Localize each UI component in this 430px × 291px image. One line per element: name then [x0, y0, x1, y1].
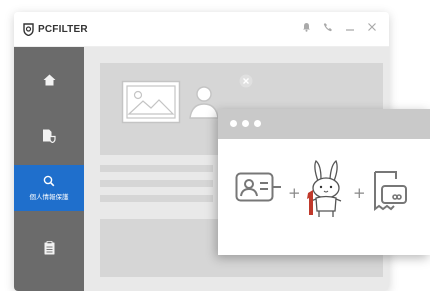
app-name: PCFILTER — [38, 23, 88, 35]
sidebar-item-home[interactable] — [14, 57, 84, 103]
home-icon — [43, 74, 55, 86]
id-card-icon — [235, 172, 281, 202]
sidebar-item-files[interactable] — [14, 113, 84, 159]
placeholder-line — [100, 165, 213, 172]
placeholder-line — [100, 195, 213, 202]
sidebar-item-privacy[interactable]: 個人情報保護 — [14, 165, 84, 211]
placeholder-line — [100, 180, 213, 187]
sidebar-item-reports[interactable] — [14, 225, 84, 271]
file-shield-icon — [43, 129, 56, 143]
clipboard-icon — [44, 241, 54, 255]
window-controls — [301, 22, 377, 32]
close-icon[interactable] — [367, 22, 377, 32]
plus-icon: + — [353, 184, 366, 202]
logo-shield-icon — [23, 22, 34, 36]
app-logo: PCFILTER — [22, 22, 88, 36]
sidebar: 個人情報保護 — [14, 47, 84, 291]
sidebar-item-label: 個人情報保護 — [29, 193, 69, 201]
plus-icon: + — [288, 184, 301, 202]
notification-icon[interactable] — [301, 22, 311, 32]
phone-icon[interactable] — [323, 22, 333, 32]
image-icon — [121, 80, 181, 124]
search-icon — [43, 175, 55, 187]
window-dot — [242, 120, 249, 127]
title-bar: PCFILTER — [14, 12, 389, 47]
window-dot — [254, 120, 261, 127]
remove-icon[interactable] — [239, 74, 253, 88]
popup-title-bar — [218, 109, 430, 139]
receipt-card-icon — [374, 171, 407, 211]
browser-popup: + + — [218, 109, 430, 255]
minimize-icon[interactable] — [345, 22, 355, 32]
window-dot — [230, 120, 237, 127]
rabbit-mascot-icon — [307, 159, 342, 217]
